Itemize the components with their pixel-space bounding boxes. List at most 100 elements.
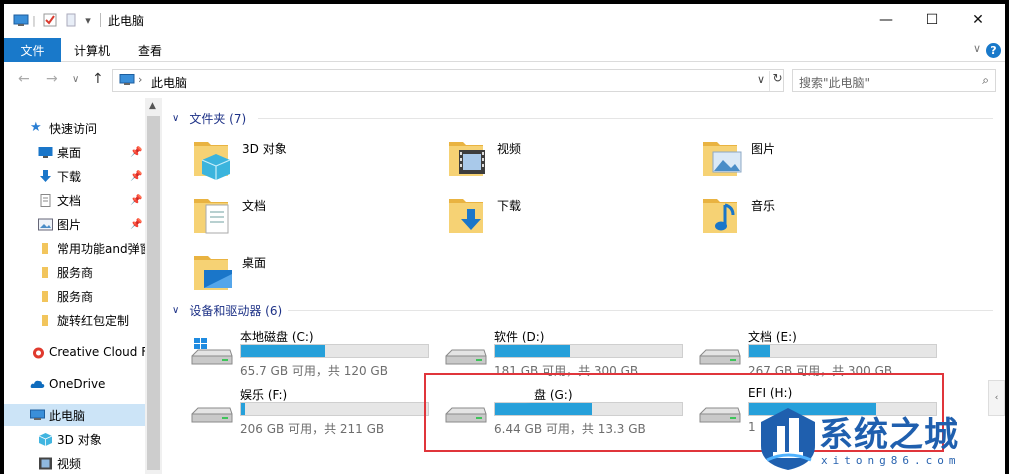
- recent-locations-icon[interactable]: ∨: [72, 74, 79, 85]
- folder-item-videos[interactable]: 视频: [447, 136, 687, 188]
- picture-icon: [38, 218, 53, 230]
- drive-name: 娱乐 (F:): [240, 388, 288, 402]
- collapse-chevron-icon[interactable]: ∨: [172, 113, 179, 124]
- title-bar: | ▾ 此电脑 — ☐ ✕: [4, 4, 1005, 36]
- download-icon: [40, 169, 51, 182]
- navigation-pane: ★ 快速访问 桌面 📌 下载 📌 文档 📌 图片 📌 常用功能and弹窗 服务商…: [4, 98, 145, 474]
- pin-icon[interactable]: 📌: [130, 195, 142, 206]
- nav-label: 服务商: [57, 289, 94, 304]
- nav-item-folder[interactable]: 服务商: [4, 261, 145, 283]
- search-placeholder: 搜索"此电脑": [799, 76, 871, 90]
- folder-item-pictures[interactable]: 图片: [701, 136, 941, 188]
- nav-item-folder[interactable]: 旋转红包定制: [4, 309, 145, 331]
- new-folder-icon[interactable]: [64, 12, 78, 28]
- folder-item-music[interactable]: 音乐: [701, 193, 941, 245]
- address-dropdown-icon[interactable]: ∨: [757, 73, 765, 86]
- watermark-logo-icon: [761, 408, 815, 470]
- forward-arrow-icon[interactable]: →: [46, 71, 58, 87]
- group-header-folders[interactable]: ∨ 文件夹 (7): [172, 109, 246, 127]
- nav-item-videos[interactable]: 视频: [4, 452, 145, 474]
- drive-usage-bar: [494, 344, 683, 358]
- drive-usage-fill: [749, 345, 770, 357]
- address-bar[interactable]: › 此电脑 ∨ ↻: [112, 69, 784, 92]
- creative-cloud-icon: [33, 347, 44, 358]
- nav-quick-access[interactable]: ★ 快速访问: [4, 117, 145, 139]
- folder-name: 下载: [497, 199, 522, 213]
- folder-icon: [42, 242, 48, 254]
- nav-item-onedrive[interactable]: OneDrive: [4, 373, 145, 395]
- back-arrow-icon[interactable]: ←: [18, 71, 30, 87]
- nav-label: Creative Cloud F: [49, 345, 145, 359]
- group-divider: [258, 118, 993, 119]
- scrollbar-thumb[interactable]: [147, 116, 160, 470]
- group-divider: [288, 310, 993, 311]
- group-title: 设备和驱动器 (6): [189, 303, 283, 318]
- desktop-icon: [38, 146, 53, 158]
- nav-item-pictures[interactable]: 图片 📌: [4, 213, 145, 235]
- tab-file[interactable]: 文件: [4, 38, 61, 62]
- folder-item-downloads[interactable]: 下载: [447, 193, 687, 245]
- search-input[interactable]: 搜索"此电脑" ⌕: [792, 69, 996, 92]
- nav-item-this-pc[interactable]: 此电脑: [4, 404, 145, 426]
- refresh-icon[interactable]: ↻: [769, 71, 785, 91]
- drive-usage-bar: [748, 344, 937, 358]
- group-title: 文件夹 (7): [189, 111, 247, 126]
- close-button[interactable]: ✕: [955, 4, 1001, 36]
- watermark: 系统之城 xitong86.com: [757, 404, 1009, 474]
- drive-space: 65.7 GB 可用，共 120 GB: [240, 364, 388, 378]
- nav-label: 视频: [57, 456, 82, 471]
- star-icon: ★: [30, 120, 42, 135]
- nav-item-3d-objects[interactable]: 3D 对象: [4, 428, 145, 450]
- music-folder-icon: [703, 199, 737, 233]
- properties-icon[interactable]: [42, 12, 58, 28]
- 3d-objects-folder-icon: [194, 142, 231, 180]
- up-arrow-icon[interactable]: ↑: [92, 71, 104, 87]
- this-pc-icon: [119, 74, 135, 85]
- drive-usage-fill: [241, 345, 326, 357]
- nav-item-folder[interactable]: 服务商: [4, 285, 145, 307]
- breadcrumb-chevron-icon[interactable]: ›: [138, 73, 142, 86]
- collapse-chevron-icon[interactable]: ∨: [172, 305, 179, 316]
- pin-icon[interactable]: 📌: [130, 147, 142, 158]
- navigation-bar: ← → ∨ ↑ › 此电脑 ∨ ↻ 搜索"此电脑" ⌕: [4, 62, 1005, 98]
- folder-name: 文档: [242, 199, 267, 213]
- downloads-folder-icon: [449, 199, 483, 233]
- ribbon-expand-icon[interactable]: ∨: [973, 42, 981, 55]
- nav-label: OneDrive: [49, 377, 106, 391]
- drive-item-c[interactable]: 本地磁盘 (C:) 65.7 GB 可用，共 120 GB: [190, 328, 440, 380]
- nav-pane-scrollbar[interactable]: ▲: [145, 98, 162, 474]
- title-divider: |: [32, 13, 36, 27]
- folder-item-documents[interactable]: 文档: [192, 193, 432, 245]
- pictures-folder-icon: [703, 142, 742, 176]
- nav-item-downloads[interactable]: 下载 📌: [4, 165, 145, 187]
- nav-label: 旋转红包定制: [57, 313, 130, 328]
- drive-item-f[interactable]: 娱乐 (F:) 206 GB 可用，共 211 GB: [190, 386, 440, 438]
- minimize-button[interactable]: —: [863, 4, 909, 36]
- group-header-devices[interactable]: ∨ 设备和驱动器 (6): [172, 301, 282, 319]
- tab-computer[interactable]: 计算机: [74, 38, 110, 62]
- drive-icon: [191, 407, 233, 423]
- pin-icon[interactable]: 📌: [130, 219, 142, 230]
- breadcrumb[interactable]: 此电脑: [151, 74, 187, 91]
- folder-name: 音乐: [751, 199, 776, 213]
- folder-item-desktop[interactable]: 桌面: [192, 250, 432, 302]
- folder-item-3d-objects[interactable]: 3D 对象: [192, 136, 432, 188]
- scroll-up-icon[interactable]: ▲: [149, 101, 156, 111]
- nav-item-creative-cloud[interactable]: Creative Cloud F: [4, 341, 145, 363]
- nav-item-documents[interactable]: 文档 📌: [4, 189, 145, 211]
- title-separator: [100, 13, 101, 27]
- help-icon[interactable]: ?: [986, 43, 1001, 58]
- folder-name: 图片: [751, 142, 776, 156]
- maximize-button[interactable]: ☐: [909, 4, 955, 36]
- tab-view[interactable]: 查看: [138, 38, 162, 62]
- this-pc-small-icon: [12, 12, 30, 28]
- this-pc-icon: [30, 409, 45, 420]
- pin-icon[interactable]: 📌: [130, 171, 142, 182]
- search-icon[interactable]: ⌕: [982, 73, 989, 88]
- document-icon: [40, 193, 51, 207]
- nav-item-desktop[interactable]: 桌面 📌: [4, 141, 145, 163]
- customize-quick-access-icon[interactable]: ▾: [82, 12, 94, 28]
- ribbon: 文件 计算机 查看 ∨ ?: [4, 36, 1005, 62]
- nav-item-folder[interactable]: 常用功能and弹窗: [4, 237, 145, 259]
- drive-name: 文档 (E:): [748, 330, 797, 344]
